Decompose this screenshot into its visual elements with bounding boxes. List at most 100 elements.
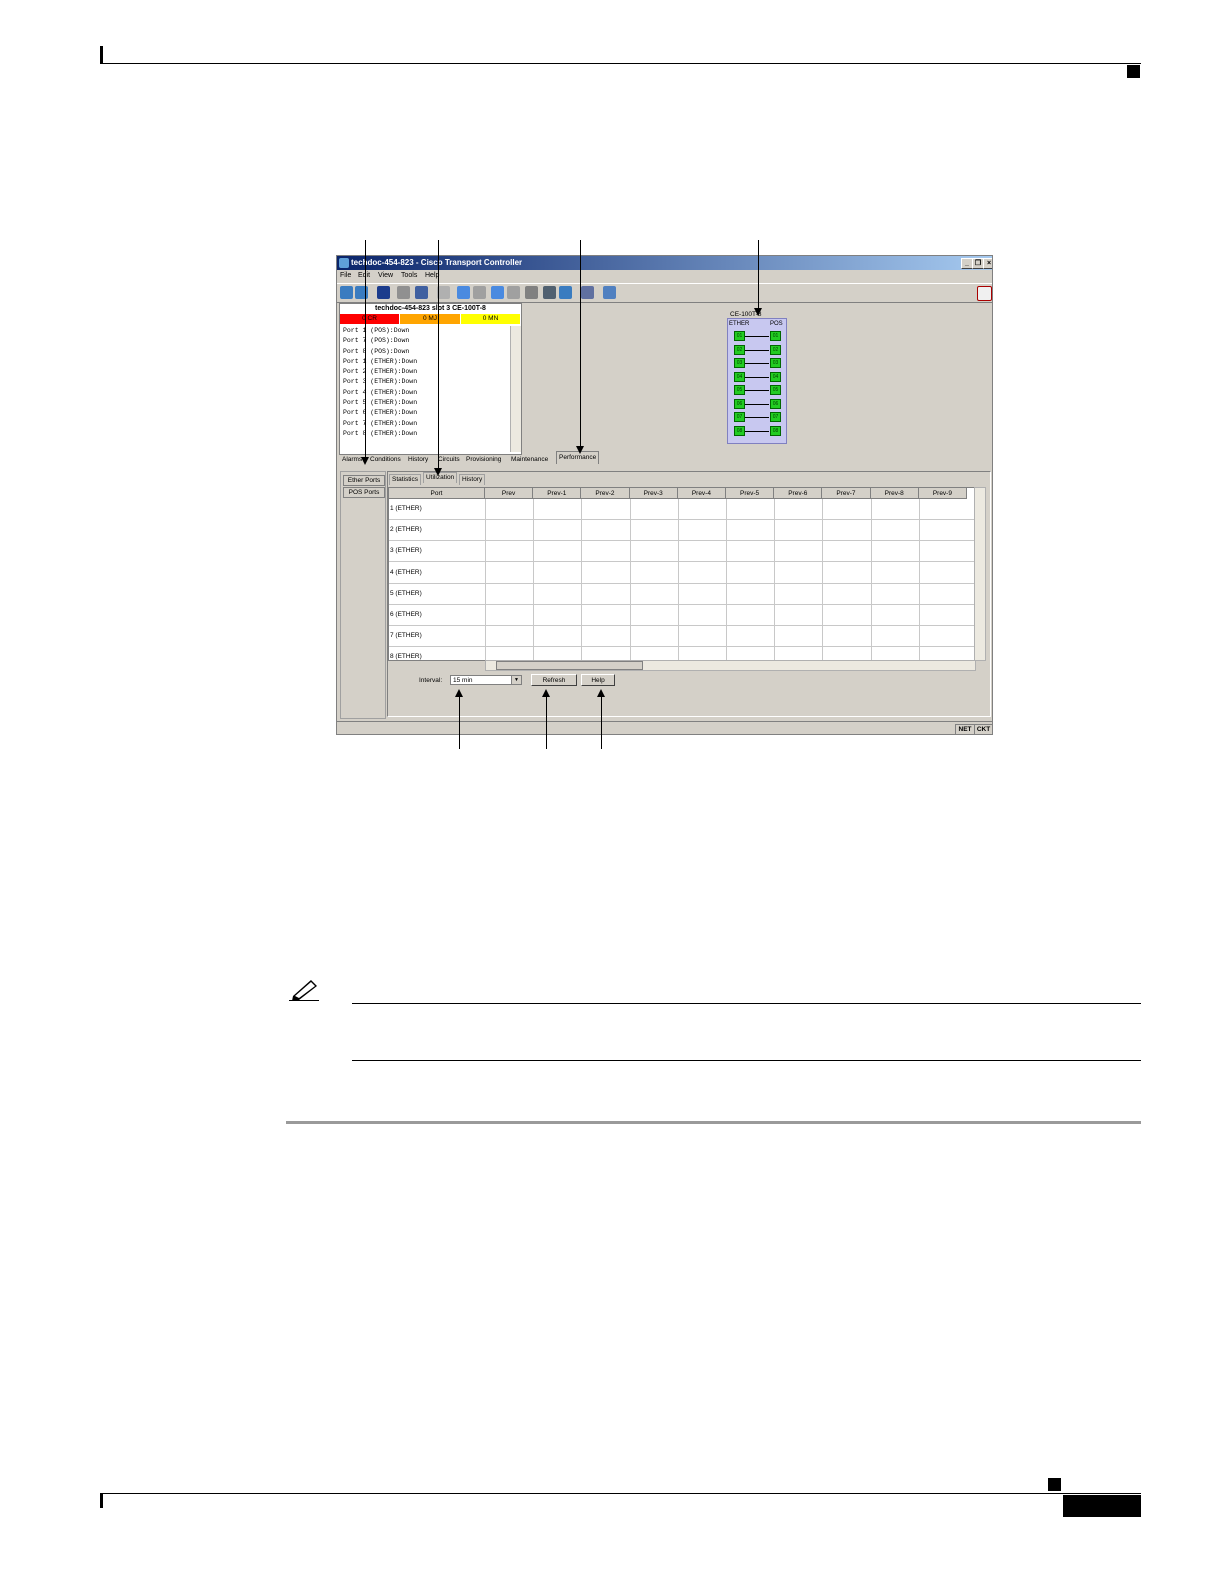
pos-port-box[interactable]: 07	[770, 412, 781, 422]
callout-arrow	[434, 468, 442, 476]
ether-port-box[interactable]: 05	[734, 385, 745, 395]
callout-line	[580, 240, 581, 446]
pos-port-box[interactable]: 02	[770, 344, 781, 355]
list-item: Port 7 (POS):Down	[343, 337, 410, 345]
pos-port-box[interactable]: 04	[770, 371, 781, 382]
globe-icon[interactable]	[355, 286, 368, 299]
refresh-button[interactable]: Refresh	[531, 674, 577, 686]
column-header[interactable]: Prev-9	[918, 488, 967, 499]
pos-port-box[interactable]: 06	[770, 398, 781, 409]
utilization-table: Port Prev Prev-1 Prev-2 Prev-3 Prev-4 Prev-5 Pr…	[388, 487, 976, 661]
callout-line	[546, 697, 547, 749]
tab-provisioning[interactable]: Provisioning	[466, 454, 501, 466]
pos-port-box[interactable]: 08	[770, 425, 781, 436]
procedure-end-rule	[286, 1121, 1141, 1124]
close-button[interactable]: ×	[983, 258, 992, 269]
tab-alarms[interactable]: Alarms	[342, 454, 362, 466]
tab-conditions[interactable]: Conditions	[370, 454, 401, 466]
note-bottom-rule	[352, 1060, 1141, 1061]
menu-file[interactable]: File	[340, 270, 351, 282]
graph-icon[interactable]	[603, 286, 616, 299]
network-icon[interactable]	[543, 286, 556, 299]
menu-tools[interactable]: Tools	[401, 270, 417, 282]
page-number-tab	[1063, 1495, 1141, 1517]
table-row[interactable]: 6 (ETHER)	[389, 605, 975, 626]
back-arrow-icon[interactable]	[457, 286, 470, 299]
window-icon[interactable]	[581, 286, 594, 299]
menu-bar: File Edit View Tools Help	[337, 270, 992, 282]
ether-port-box[interactable]: 07	[734, 412, 745, 422]
column-header[interactable]: Prev-8	[870, 488, 919, 499]
interval-select[interactable]: 15 min ▼	[450, 675, 522, 685]
tab-maintenance[interactable]: Maintenance	[511, 454, 548, 466]
scroll-thumb[interactable]	[496, 661, 643, 670]
table-row[interactable]: 4 (ETHER)	[389, 563, 975, 584]
tab-circuits[interactable]: Circuits	[438, 454, 460, 466]
card-title: techdoc-454-823 slot 3 CE-100T-8	[375, 305, 486, 312]
pos-port-box[interactable]: 03	[770, 358, 781, 368]
pos-ports-button[interactable]: POS Ports	[343, 487, 385, 498]
export-icon[interactable]	[415, 286, 428, 299]
pos-port-box[interactable]: 01	[770, 331, 781, 341]
tab-utilization-history[interactable]: History	[459, 474, 486, 485]
port-mapping-line	[745, 349, 769, 351]
ether-port-box[interactable]: 03	[734, 358, 745, 368]
app-icon	[339, 258, 349, 268]
node-icon[interactable]	[525, 286, 538, 299]
list-item: Port 6 (ETHER):Down	[343, 409, 418, 417]
table-row[interactable]: 2 (ETHER)	[389, 520, 975, 542]
port-list-scrollbar[interactable]	[510, 326, 521, 452]
lock-icon[interactable]	[377, 286, 390, 299]
column-header[interactable]: Prev-5	[726, 488, 775, 499]
forward-arrow-icon[interactable]	[473, 286, 486, 299]
menu-view[interactable]: View	[378, 270, 393, 282]
row-port-label: 7 (ETHER)	[390, 632, 422, 640]
table-row[interactable]: 8 (ETHER)	[389, 647, 975, 660]
column-header[interactable]: Prev-7	[822, 488, 871, 499]
tab-statistics[interactable]: Statistics	[389, 474, 422, 485]
card-diagram: ETHER POS 01 01 02 02 03 03 04 04 05 05 06 06 07 07 08…	[727, 318, 787, 444]
callout-arrow	[455, 689, 463, 697]
help-button[interactable]: Help	[581, 674, 615, 686]
globe-icon[interactable]	[559, 286, 572, 299]
down-arrow-icon[interactable]	[507, 286, 520, 299]
column-header[interactable]: Prev-1	[533, 488, 582, 499]
callout-arrow	[361, 457, 369, 465]
table-row[interactable]: 1 (ETHER)	[389, 499, 975, 520]
status-bar: NET CKT	[337, 721, 992, 734]
row-port-label: 4 (ETHER)	[390, 568, 422, 576]
ckt-status[interactable]: CKT	[974, 724, 992, 734]
ether-port-box[interactable]: 08	[734, 425, 745, 436]
toolbar	[337, 283, 992, 303]
printer-icon[interactable]	[397, 286, 410, 299]
port-mapping-line	[745, 390, 769, 391]
column-header[interactable]: Prev-6	[774, 488, 823, 499]
globe-icon[interactable]	[340, 286, 353, 299]
table-row[interactable]: 7 (ETHER)	[389, 626, 975, 648]
pos-port-box[interactable]: 05	[770, 385, 781, 395]
list-item: Port 7 (ETHER):Down	[343, 419, 418, 427]
table-row[interactable]: 5 (ETHER)	[389, 584, 975, 605]
net-status[interactable]: NET	[955, 724, 975, 734]
column-header[interactable]: Port	[389, 488, 485, 499]
table-row[interactable]: 3 (ETHER)	[389, 541, 975, 563]
help-icon[interactable]	[977, 286, 992, 301]
ether-port-box[interactable]: 04	[734, 371, 745, 382]
minor-alarm-count: 0 MN	[461, 314, 520, 324]
ether-port-box[interactable]: 01	[734, 331, 745, 341]
column-header[interactable]: Prev-3	[629, 488, 678, 499]
tab-history[interactable]: History	[408, 454, 428, 466]
note-top-rule	[352, 1003, 1141, 1004]
column-header[interactable]: Prev	[485, 488, 534, 499]
row-port-label: 3 (ETHER)	[390, 547, 422, 555]
column-header[interactable]: Prev-2	[581, 488, 630, 499]
column-header[interactable]: Prev-4	[677, 488, 726, 499]
chevron-down-icon[interactable]: ▼	[511, 676, 521, 684]
port-mapping-line	[745, 417, 769, 418]
ether-port-box[interactable]: 02	[734, 344, 745, 355]
up-arrow-icon[interactable]	[491, 286, 504, 299]
ether-ports-button[interactable]: Ether Ports	[343, 475, 385, 486]
table-vertical-scrollbar[interactable]	[974, 487, 986, 661]
ether-port-box[interactable]: 06	[734, 398, 745, 409]
table-horizontal-scrollbar[interactable]	[485, 660, 976, 671]
